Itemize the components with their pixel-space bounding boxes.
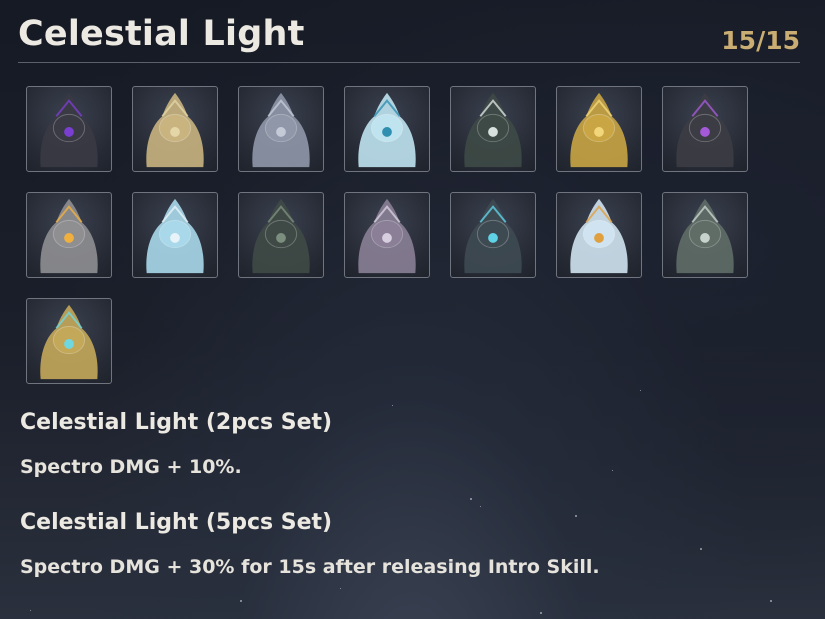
horned-sage-echo-icon	[358, 198, 416, 274]
echo-slot[interactable]	[450, 86, 536, 172]
set-bonus-title-2pc: Celestial Light (2pcs Set)	[20, 410, 333, 435]
ice-cube-echo-icon	[570, 198, 628, 274]
golden-flower-echo-icon	[146, 92, 204, 168]
dragonfly-echo-icon	[146, 198, 204, 274]
mech-golem-echo-icon	[464, 198, 522, 274]
set-bonus-desc-2pc: Spectro DMG + 10%.	[20, 456, 242, 478]
echo-slot[interactable]	[238, 192, 324, 278]
gold-crown-echo-icon	[570, 92, 628, 168]
echo-slot[interactable]	[556, 192, 642, 278]
wolf-beast-echo-icon	[676, 198, 734, 274]
echo-slot[interactable]	[344, 192, 430, 278]
echo-slot[interactable]	[344, 86, 430, 172]
scythe-echo-icon	[464, 92, 522, 168]
echo-slot[interactable]	[662, 192, 748, 278]
pale-knight-echo-icon	[252, 92, 310, 168]
puffer-fish-echo-icon	[358, 92, 416, 168]
echo-slot[interactable]	[26, 86, 112, 172]
set-header: Celestial Light 15/15	[18, 10, 800, 63]
echo-slot[interactable]	[450, 192, 536, 278]
echo-slot[interactable]	[132, 192, 218, 278]
echo-slot[interactable]	[556, 86, 642, 172]
echo-slot[interactable]	[26, 298, 112, 384]
page-title: Celestial Light	[18, 14, 305, 54]
echo-slot[interactable]	[132, 86, 218, 172]
shell-beast-echo-icon	[252, 198, 310, 274]
echo-slot[interactable]	[238, 86, 324, 172]
collection-count: 15/15	[721, 26, 800, 55]
echo-slot[interactable]	[662, 86, 748, 172]
set-bonus-title-5pc: Celestial Light (5pcs Set)	[20, 510, 333, 535]
winged-dragon-echo-icon	[40, 304, 98, 380]
crystal-beast-echo-icon	[676, 92, 734, 168]
dark-mask-echo-icon	[40, 92, 98, 168]
stone-guardian-echo-icon	[40, 198, 98, 274]
echo-slot[interactable]	[26, 192, 112, 278]
set-bonus-desc-5pc: Spectro DMG + 30% for 15s after releasin…	[20, 556, 600, 578]
